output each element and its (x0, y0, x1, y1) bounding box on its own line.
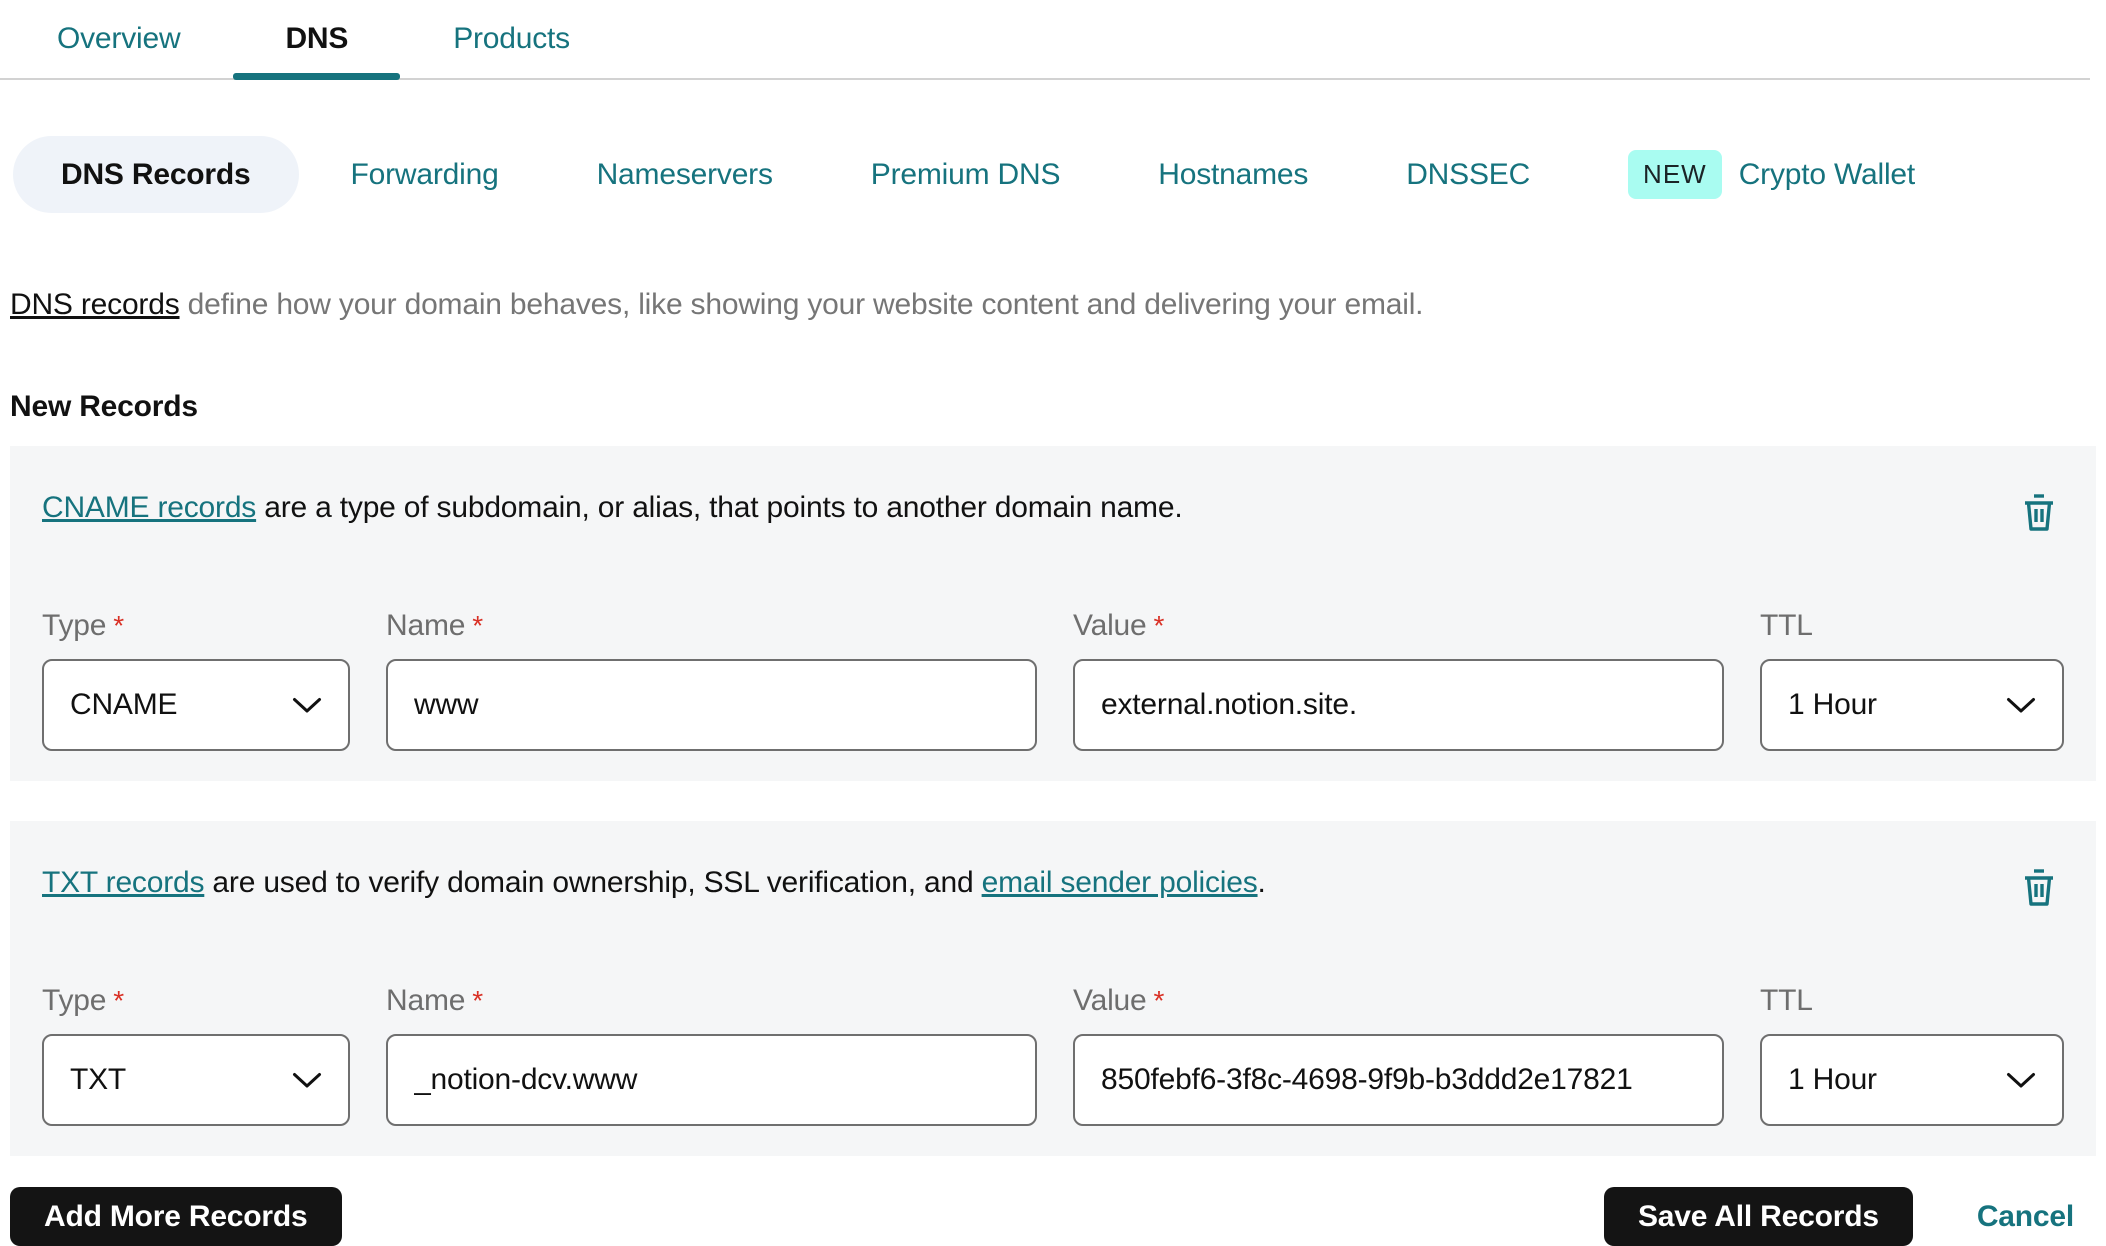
txt-ttl-select[interactable]: 1 Hour (1760, 1034, 2064, 1126)
txt-intro: TXT records are used to verify domain ow… (42, 866, 1266, 899)
subtab-forwarding[interactable]: Forwarding (351, 158, 499, 192)
required-asterisk: * (1153, 985, 1165, 1016)
value-label: Value * (1073, 984, 1165, 1017)
required-asterisk: * (113, 985, 124, 1016)
new-records-title: New Records (10, 390, 198, 423)
save-all-records-button[interactable]: Save All Records (1604, 1187, 1913, 1246)
add-more-records-button[interactable]: Add More Records (10, 1187, 342, 1246)
txt-type-select[interactable]: TXT (42, 1034, 350, 1126)
value-label: Value * (1073, 609, 1165, 642)
required-asterisk: * (1153, 610, 1165, 641)
cname-intro: CNAME records are a type of subdomain, o… (42, 491, 1183, 524)
subtab-dns-records[interactable]: DNS Records (13, 136, 299, 213)
name-label: Name * (386, 984, 483, 1017)
cancel-button[interactable]: Cancel (1977, 1200, 2074, 1234)
cname-ttl-select[interactable]: 1 Hour (1760, 659, 2064, 751)
subtab-premium-dns[interactable]: Premium DNS (871, 158, 1061, 192)
trash-icon (2025, 494, 2053, 531)
subtab-dnssec[interactable]: DNSSEC (1406, 158, 1530, 192)
email-sender-policies-link[interactable]: email sender policies (982, 866, 1258, 899)
trash-icon (2025, 869, 2053, 906)
txt-value-input[interactable] (1073, 1034, 1724, 1126)
txt-records-link[interactable]: TXT records (42, 866, 204, 899)
tab-overview[interactable]: Overview (57, 0, 181, 78)
name-label: Name * (386, 609, 483, 642)
dns-description: DNS records define how your domain behav… (10, 288, 2096, 322)
footer-actions: Add More Records Save All Records Cancel (10, 1187, 2096, 1246)
type-label: Type * (42, 984, 124, 1017)
chevron-down-icon (293, 1072, 321, 1087)
cname-records-link[interactable]: CNAME records (42, 491, 256, 524)
required-asterisk: * (113, 610, 124, 641)
chevron-down-icon (293, 697, 321, 712)
dns-records-doc-link[interactable]: DNS records (10, 288, 180, 321)
delete-cname-record-button[interactable] (2020, 492, 2058, 537)
tab-dns[interactable]: DNS (233, 0, 400, 80)
txt-ttl-value: 1 Hour (1788, 1063, 1877, 1096)
type-label: Type * (42, 609, 124, 642)
chevron-down-icon (2007, 697, 2035, 712)
subtab-nameservers[interactable]: Nameservers (597, 158, 773, 192)
ttl-label: TTL (1760, 609, 1813, 642)
txt-name-input[interactable] (386, 1034, 1037, 1126)
cname-value-input[interactable] (1073, 659, 1724, 751)
required-asterisk: * (472, 985, 483, 1016)
txt-type-value: TXT (70, 1063, 127, 1096)
record-card-txt: TXT records are used to verify domain ow… (10, 821, 2096, 1156)
record-card-cname: CNAME records are a type of subdomain, o… (10, 446, 2096, 781)
cname-name-input[interactable] (386, 659, 1037, 751)
cname-type-value: CNAME (70, 688, 178, 721)
delete-txt-record-button[interactable] (2020, 867, 2058, 912)
subtab-hostnames[interactable]: Hostnames (1158, 158, 1308, 192)
subtab-crypto-wallet-label: Crypto Wallet (1738, 157, 1916, 191)
cname-ttl-value: 1 Hour (1788, 688, 1877, 721)
new-badge: NEW (1628, 150, 1722, 199)
dns-description-text: define how your domain behaves, like sho… (179, 288, 1424, 321)
subtab-crypto-wallet[interactable]: NEW Crypto Wallet (1628, 150, 1915, 199)
dns-sub-nav: DNS Records Forwarding Nameservers Premi… (13, 136, 2090, 213)
main-tab-bar: Overview DNS Products (0, 0, 2090, 80)
chevron-down-icon (2007, 1072, 2035, 1087)
tab-products[interactable]: Products (453, 0, 570, 78)
ttl-label: TTL (1760, 984, 1813, 1017)
required-asterisk: * (472, 610, 483, 641)
cname-type-select[interactable]: CNAME (42, 659, 350, 751)
